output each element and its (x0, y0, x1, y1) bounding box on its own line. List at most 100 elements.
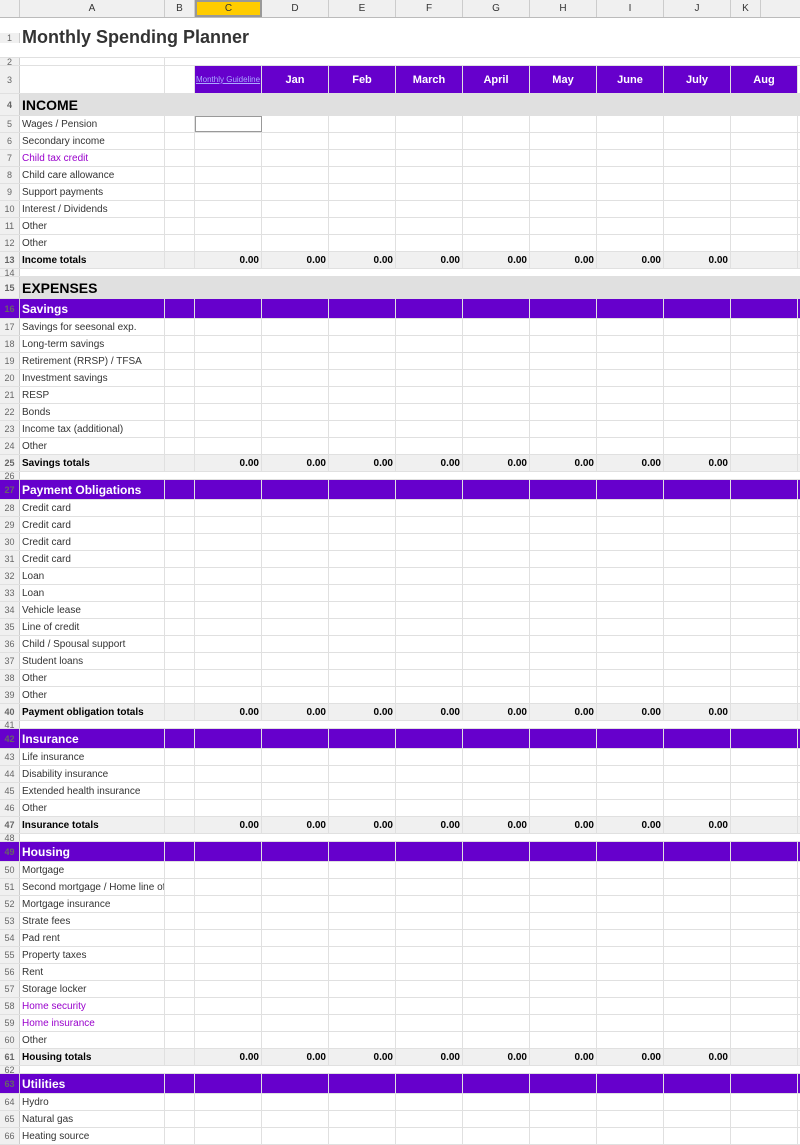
wages-apr[interactable] (396, 116, 463, 132)
row-10: 10 Interest / Dividends (0, 201, 800, 218)
july-header: July (664, 66, 731, 93)
home-insurance-label: Home insurance (20, 1015, 165, 1031)
row-52: 52 Mortgage insurance (0, 896, 800, 913)
savings-label: Savings (20, 299, 165, 318)
wages-aug[interactable] (664, 116, 731, 132)
row-43: 43 Life insurance (0, 749, 800, 766)
housing-header-row: 49 Housing (0, 842, 800, 862)
row-11: 11 Other (0, 218, 800, 235)
wages-jun[interactable] (530, 116, 597, 132)
march-header: March (396, 66, 463, 93)
insurance-label: Insurance (20, 729, 165, 748)
wages-jan[interactable] (195, 116, 262, 132)
other-insurance-label: Other (20, 800, 165, 816)
row-22: 22 Bonds (0, 404, 800, 421)
utilities-label: Utilities (20, 1074, 165, 1093)
row-41: 41 (0, 721, 800, 729)
payment-totals-label: Payment obligation totals (20, 704, 165, 720)
row-9: 9 Support payments (0, 184, 800, 201)
row-23: 23 Income tax (additional) (0, 421, 800, 438)
second-mortgage-label: Second mortgage / Home line of credit (20, 879, 165, 895)
other-income-1-label: Other (20, 218, 165, 234)
income-totals-row: 13 Income totals 0.00 0.00 0.00 0.00 0.0… (0, 252, 800, 269)
savings-totals-row: 25 Savings totals 0.00 0.00 0.00 0.00 0.… (0, 455, 800, 472)
col-header-g: G (463, 0, 530, 17)
retirement-label: Retirement (RRSP) / TFSA (20, 353, 165, 369)
row-26: 26 (0, 472, 800, 480)
rent-label: Rent (20, 964, 165, 980)
corner-cell (0, 0, 20, 17)
insurance-totals-row: 47 Insurance totals 0.00 0.00 0.00 0.00 … (0, 817, 800, 834)
row-14: 14 (0, 269, 800, 277)
spreadsheet-title: Monthly Spending Planner (20, 27, 520, 48)
credit-card-4-label: Credit card (20, 551, 165, 567)
row-12: 12 Other (0, 235, 800, 252)
row-55: 55 Property taxes (0, 947, 800, 964)
expenses-label: EXPENSES (20, 277, 165, 298)
payment-header-row: 27 Payment Obligations (0, 480, 800, 500)
wages-may[interactable] (463, 116, 530, 132)
col-header-d: D (262, 0, 329, 17)
property-taxes-label: Property taxes (20, 947, 165, 963)
wages-mar[interactable] (329, 116, 396, 132)
income-tax-label: Income tax (additional) (20, 421, 165, 437)
credit-card-2-label: Credit card (20, 517, 165, 533)
loan-2-label: Loan (20, 585, 165, 601)
wages-label: Wages / Pension (20, 116, 165, 132)
natural-gas-label: Natural gas (20, 1111, 165, 1127)
income-total-guideline: 0.00 (195, 252, 262, 268)
wages-feb[interactable] (262, 116, 329, 132)
row-19: 19 Retirement (RRSP) / TFSA (0, 353, 800, 370)
row-37: 37 Student loans (0, 653, 800, 670)
april-header: April (463, 66, 530, 93)
row-num-3: 3 (0, 66, 20, 93)
hydro-label: Hydro (20, 1094, 165, 1110)
row-56: 56 Rent (0, 964, 800, 981)
row-21: 21 RESP (0, 387, 800, 404)
payment-label: Payment Obligations (20, 480, 165, 499)
wages-jul[interactable] (597, 116, 664, 132)
vehicle-lease-label: Vehicle lease (20, 602, 165, 618)
row-48: 48 (0, 834, 800, 842)
row-44: 44 Disability insurance (0, 766, 800, 783)
income-totals-label: Income totals (20, 252, 165, 268)
insurance-header-row: 42 Insurance (0, 729, 800, 749)
resp-label: RESP (20, 387, 165, 403)
col-header-c: C (195, 0, 262, 17)
col-header-i: I (597, 0, 664, 17)
may-header: May (530, 66, 597, 93)
row-54: 54 Pad rent (0, 930, 800, 947)
col-header-f: F (396, 0, 463, 17)
row-28: 28 Credit card (0, 500, 800, 517)
row-39: 39 Other (0, 687, 800, 704)
row-34: 34 Vehicle lease (0, 602, 800, 619)
row-5: 5 Wages / Pension (0, 116, 800, 133)
interest-dividends-label: Interest / Dividends (20, 201, 165, 217)
insurance-totals-label: Insurance totals (20, 817, 165, 833)
feb-header: Feb (329, 66, 396, 93)
row-59: 59 Home insurance (0, 1015, 800, 1032)
line-of-credit-label: Line of credit (20, 619, 165, 635)
row-num-1: 1 (0, 33, 20, 43)
home-security-label: Home security (20, 998, 165, 1014)
savings-seasonal-label: Savings for seesonal exp. (20, 319, 165, 335)
row-46: 46 Other (0, 800, 800, 817)
child-spousal-support-label: Child / Spousal support (20, 636, 165, 652)
row-29: 29 Credit card (0, 517, 800, 534)
row-65: 65 Natural gas (0, 1111, 800, 1128)
disability-insurance-label: Disability insurance (20, 766, 165, 782)
row-32: 32 Loan (0, 568, 800, 585)
row-7: 7 Child tax credit (0, 150, 800, 167)
aug-header: Aug (731, 66, 798, 93)
row-30: 30 Credit card (0, 534, 800, 551)
credit-card-1-label: Credit card (20, 500, 165, 516)
row-36: 36 Child / Spousal support (0, 636, 800, 653)
other-payment-2-label: Other (20, 687, 165, 703)
row-35: 35 Line of credit (0, 619, 800, 636)
col-header-e: E (329, 0, 396, 17)
income-label: INCOME (20, 94, 165, 115)
student-loans-label: Student loans (20, 653, 165, 669)
heating-source-label: Heating source (20, 1128, 165, 1144)
row-66: 66 Heating source (0, 1128, 800, 1145)
credit-card-3-label: Credit card (20, 534, 165, 550)
